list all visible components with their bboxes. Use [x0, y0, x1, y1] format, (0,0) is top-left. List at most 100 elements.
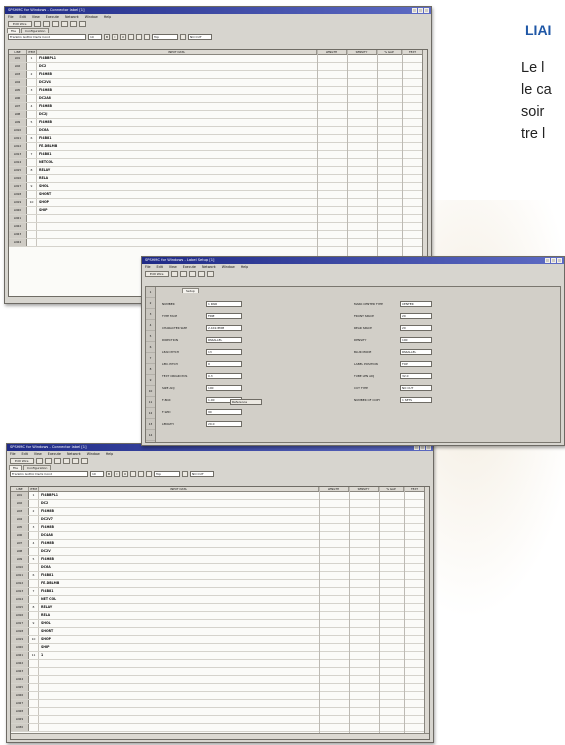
menu-network[interactable]: Network: [67, 451, 81, 457]
table-row[interactable]: LN17 9 SHOL: [11, 620, 429, 628]
italic-icon[interactable]: I: [112, 34, 118, 40]
edit-wire-button[interactable]: Edit Wire: [145, 271, 169, 277]
row-input-text[interactable]: [39, 684, 41, 691]
row-input-text[interactable]: [39, 692, 41, 699]
table-row[interactable]: LN5 3 FI4H8B: [9, 87, 427, 95]
copy-icon[interactable]: [69, 21, 77, 27]
table-row[interactable]: LN24: [9, 239, 427, 247]
field-value[interactable]: TOP: [400, 361, 432, 367]
menu-execute[interactable]: Execute: [46, 14, 59, 20]
minimize-icon[interactable]: [545, 258, 550, 263]
open-icon[interactable]: [35, 458, 43, 464]
table-row[interactable]: LN15 8 RELAY: [11, 604, 429, 612]
field-value[interactable]: 100: [206, 385, 242, 391]
row-input-text[interactable]: [39, 724, 41, 731]
row-input-text[interactable]: SHORT: [39, 628, 53, 635]
row-input-text[interactable]: DC2: [37, 63, 46, 70]
row-input-text[interactable]: FE.DBLMB: [37, 143, 57, 150]
row-input-text[interactable]: DC2V: [39, 548, 51, 555]
row-input-text[interactable]: [39, 708, 41, 715]
menu-edit[interactable]: Edit: [22, 451, 28, 457]
table-row[interactable]: LN3 2 FI4H8B: [9, 71, 427, 79]
row-input-text[interactable]: SHIP: [39, 644, 50, 651]
align-left-icon[interactable]: [130, 471, 136, 477]
row-input-text[interactable]: [37, 231, 39, 238]
table-row[interactable]: LN20 SHIP: [11, 644, 429, 652]
maximize-icon[interactable]: [551, 258, 556, 263]
row-input-text[interactable]: [37, 215, 39, 222]
font-size-select[interactable]: 10: [90, 471, 104, 477]
field-value[interactable]: 20.0: [206, 421, 242, 427]
table-row[interactable]: LN12 FE.DBLMB: [11, 580, 429, 588]
row-input-text[interactable]: DC6A: [39, 564, 51, 571]
field-value[interactable]: 2.4X2.8MM: [206, 325, 242, 331]
edit-wire-button[interactable]: Edit Wire: [10, 458, 34, 464]
align-right-icon[interactable]: [146, 471, 152, 477]
row-input-text[interactable]: FI4B81: [39, 588, 53, 595]
row-input-text[interactable]: FI4H8B: [37, 71, 52, 78]
table-row[interactable]: LN11 6 FI4B81: [9, 135, 427, 143]
table-row[interactable]: LN10 DC6A: [11, 564, 429, 572]
row-input-text[interactable]: SHIP: [37, 207, 48, 214]
table-row[interactable]: LN14 NETCOL: [9, 159, 427, 167]
row-input-text[interactable]: NETCOL: [37, 159, 53, 166]
label-data-grid[interactable]: LINE ITEM INPUT DATA LENGTH SENSITY % GA…: [10, 486, 430, 740]
row-input-text[interactable]: 1: [39, 652, 43, 659]
checkbox-icon[interactable]: [182, 471, 188, 477]
table-row[interactable]: LN30: [11, 724, 429, 732]
italic-icon[interactable]: I: [114, 471, 120, 477]
paste-icon[interactable]: [80, 458, 88, 464]
open-icon[interactable]: [170, 271, 178, 277]
table-row[interactable]: LN3 2 FI4H8B: [11, 508, 429, 516]
table-row[interactable]: LN1 1 FI4BBPL1: [9, 55, 427, 63]
field-value[interactable]: 0: [206, 361, 242, 367]
row-input-text[interactable]: SHORT: [37, 191, 51, 198]
menu-view[interactable]: View: [32, 14, 40, 20]
align-select[interactable]: Top: [154, 471, 180, 477]
row-input-text[interactable]: SHOL: [39, 620, 51, 627]
table-row[interactable]: LN29: [11, 716, 429, 724]
row-input-text[interactable]: FI4B81: [39, 572, 53, 579]
row-input-text[interactable]: FI4H8B: [39, 540, 54, 547]
no-cut-field[interactable]: NO CUT: [190, 471, 214, 477]
table-row[interactable]: LN14 NET COL: [11, 596, 429, 604]
menu-help[interactable]: Help: [106, 451, 114, 457]
field-value[interactable]: FINE: [206, 313, 242, 319]
tab-setup[interactable]: Setup: [182, 288, 199, 293]
field-value[interactable]: 20: [400, 325, 432, 331]
menu-edit[interactable]: Edit: [20, 14, 26, 20]
row-input-text[interactable]: FI4H8B: [37, 87, 52, 94]
close-icon[interactable]: [557, 258, 562, 263]
field-value[interactable]: 0.3: [206, 373, 242, 379]
table-row[interactable]: LN7 4 FI4H8B: [9, 103, 427, 111]
row-input-text[interactable]: FI4BBPL1: [39, 492, 58, 499]
table-row[interactable]: LN13 7 FI4B81: [11, 588, 429, 596]
table-row[interactable]: LN18 SHORT: [11, 628, 429, 636]
print-icon[interactable]: [188, 271, 196, 277]
menu-network[interactable]: Network: [65, 14, 79, 20]
bold-icon[interactable]: B: [106, 471, 112, 477]
row-input-text[interactable]: RELA: [37, 175, 48, 182]
row-input-text[interactable]: DC2V7: [39, 516, 53, 523]
no-cut-field[interactable]: NO CUT: [188, 34, 212, 40]
row-input-text[interactable]: FI4B81: [37, 135, 51, 142]
field-value[interactable]: 1 SETS: [400, 397, 432, 403]
field-value[interactable]: CENTER: [400, 301, 432, 307]
row-input-text[interactable]: DC6A: [37, 127, 49, 134]
reference-button[interactable]: Reference: [230, 399, 262, 405]
cut-icon[interactable]: [60, 21, 68, 27]
align-center-icon[interactable]: [136, 34, 142, 40]
table-row[interactable]: LN16 RELA: [9, 175, 427, 183]
row-input-text[interactable]: FI4H8B: [39, 524, 54, 531]
row-input-text[interactable]: SHOP: [39, 636, 51, 643]
menu-file[interactable]: File: [8, 14, 14, 20]
menu-help[interactable]: Help: [104, 14, 112, 20]
row-input-text[interactable]: [39, 676, 41, 683]
row-input-text[interactable]: FI4BBPL1: [37, 55, 56, 62]
table-row[interactable]: LN9 5 FI4H8B: [11, 556, 429, 564]
table-row[interactable]: LN1 1 FI4BBPL1: [11, 492, 429, 500]
table-row[interactable]: LN2 DC2: [11, 500, 429, 508]
row-input-text[interactable]: SHOP: [37, 199, 49, 206]
table-row[interactable]: LN11 6 FI4B81: [11, 572, 429, 580]
row-input-text[interactable]: RELAY: [37, 167, 50, 174]
